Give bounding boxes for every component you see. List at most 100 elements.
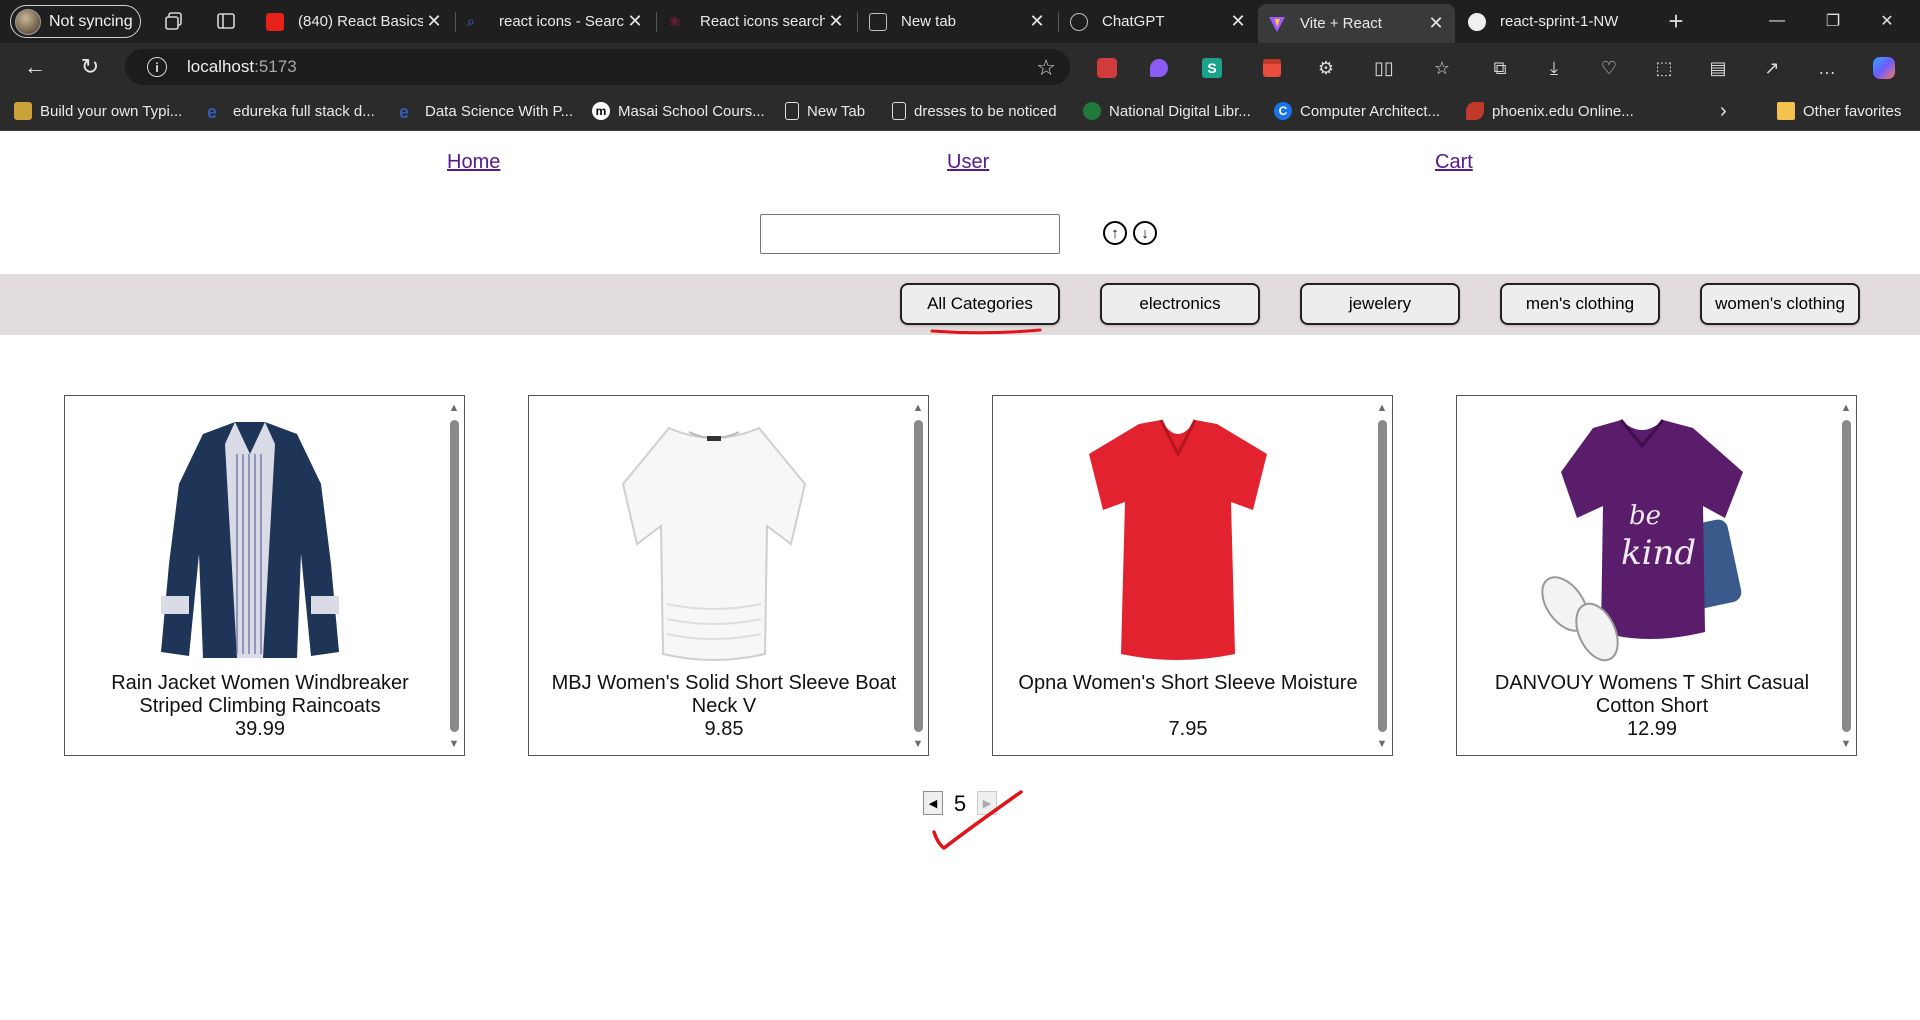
bookmark-item[interactable]: C Computer Architect... — [1274, 100, 1440, 122]
split-screen-icon[interactable]: ▯▯ — [1372, 56, 1396, 80]
workspaces-icon[interactable] — [163, 10, 185, 32]
nav-cart-link[interactable]: Cart — [1435, 151, 1473, 174]
tab-github-repo[interactable]: react-sprint-1-NW — [1458, 4, 1655, 39]
restore-icon[interactable]: ❐ — [1810, 8, 1856, 34]
product-card[interactable]: Rain Jacket Women Windbreaker Striped Cl… — [64, 395, 465, 756]
browser-essentials-icon[interactable]: ♡ — [1597, 56, 1621, 80]
arrow-down-circle-icon[interactable]: ↓ — [1133, 221, 1157, 245]
close-icon[interactable]: ✕ — [1026, 11, 1048, 32]
page-icon — [892, 102, 906, 120]
card-scrollbar[interactable]: ▲ ▼ — [1839, 402, 1853, 750]
scroll-up-icon[interactable]: ▲ — [1839, 402, 1853, 414]
toolbar: ← ↻ i localhost:5173 ☆ S ⚙ ▯▯ ☆ ⧉ ⤓ ♡ ⬚ … — [0, 43, 1920, 91]
bookmark-item[interactable]: New Tab — [785, 100, 865, 122]
nav-user-link[interactable]: User — [947, 151, 989, 174]
bookmark-favicon-icon — [14, 102, 32, 120]
product-price: 12.99 — [1626, 718, 1678, 740]
favorites-icon[interactable]: ☆ — [1430, 56, 1454, 80]
scroll-thumb[interactable] — [914, 420, 923, 732]
bookmark-item[interactable]: e Data Science With P... — [399, 100, 573, 122]
white-tshirt-image — [621, 426, 807, 661]
minimize-icon[interactable]: — — [1754, 8, 1800, 34]
card-scrollbar[interactable]: ▲ ▼ — [447, 402, 461, 750]
avatar — [15, 8, 41, 35]
profile-button[interactable]: Not syncing — [10, 5, 141, 38]
product-title: MBJ Women's Solid Short Sleeve Boat Neck… — [551, 672, 897, 717]
selected-category-underline — [930, 328, 1042, 335]
product-card[interactable]: be kind DANVOUY Womens T Shirt Casual Co… — [1456, 395, 1857, 756]
tab-react-basics[interactable]: (840) React Basics ✕ — [256, 4, 453, 39]
bookmark-item[interactable]: dresses to be noticed — [892, 100, 1057, 122]
address-bar[interactable]: i localhost:5173 ☆ — [125, 49, 1070, 85]
url-text: localhost:5173 — [187, 57, 297, 76]
product-card[interactable]: MBJ Women's Solid Short Sleeve Boat Neck… — [528, 395, 929, 756]
coursera-icon: C — [1274, 102, 1292, 120]
close-icon[interactable]: ✕ — [423, 11, 445, 32]
search-input[interactable] — [760, 214, 1060, 254]
tab-vite-react[interactable]: Vite + React ✕ — [1258, 4, 1455, 43]
scroll-down-icon[interactable]: ▼ — [911, 738, 925, 750]
site-info-icon[interactable]: i — [147, 57, 167, 77]
new-tab-page-icon — [869, 12, 887, 31]
bookmark-item[interactable]: e edureka full stack d... — [207, 100, 375, 122]
scroll-down-icon[interactable]: ▼ — [447, 738, 461, 750]
category-all-button[interactable]: All Categories — [900, 283, 1060, 325]
tab-title: (840) React Basics — [298, 13, 423, 30]
close-icon[interactable]: ✕ — [624, 11, 646, 32]
tab-react-icons[interactable]: ⚛ React icons search ✕ — [658, 4, 855, 39]
card-scrollbar[interactable]: ▲ ▼ — [1375, 402, 1389, 750]
favorite-star-icon[interactable]: ☆ — [1036, 55, 1056, 81]
card-scrollbar[interactable]: ▲ ▼ — [911, 402, 925, 750]
category-mens-clothing-button[interactable]: men's clothing — [1500, 283, 1660, 325]
tab-new-tab[interactable]: New tab ✕ — [859, 4, 1056, 39]
youtube-icon — [266, 12, 284, 31]
extensions-icon[interactable]: ⚙ — [1314, 56, 1338, 80]
scroll-thumb[interactable] — [1378, 420, 1387, 732]
tab-react-icons-search[interactable]: ⌕ react icons - Search ✕ — [457, 4, 654, 39]
tab-title: ChatGPT — [1102, 13, 1165, 30]
extension-purple-icon[interactable] — [1147, 56, 1171, 80]
tab-chatgpt[interactable]: ChatGPT ✕ — [1060, 4, 1257, 39]
bookmark-item[interactable]: National Digital Libr... — [1083, 100, 1251, 122]
reload-icon[interactable]: ↻ — [77, 54, 103, 80]
red-checkmark-annotation — [932, 790, 1023, 850]
bookmark-item[interactable]: m Masai School Cours... — [592, 100, 765, 122]
extension-s-icon[interactable]: S — [1200, 56, 1224, 80]
copilot-icon[interactable] — [1872, 56, 1896, 80]
scroll-down-icon[interactable]: ▼ — [1839, 738, 1853, 750]
screenshot-icon[interactable]: ⬚ — [1652, 56, 1676, 80]
back-icon[interactable]: ← — [22, 54, 48, 80]
nav-home-link[interactable]: Home — [447, 151, 500, 174]
scroll-thumb[interactable] — [450, 420, 459, 732]
scroll-up-icon[interactable]: ▲ — [447, 402, 461, 414]
other-favorites[interactable]: Other favorites — [1777, 100, 1901, 122]
product-price: 9.85 — [704, 718, 744, 740]
share-icon[interactable]: ↗ — [1760, 56, 1784, 80]
reading-view-icon[interactable]: ▤ — [1706, 56, 1730, 80]
bookmark-item[interactable]: phoenix.edu Online... — [1466, 100, 1634, 122]
close-icon[interactable]: ✕ — [1227, 11, 1249, 32]
category-electronics-button[interactable]: electronics — [1100, 283, 1260, 325]
chevron-right-icon[interactable]: › — [1720, 100, 1727, 122]
category-jewelery-button[interactable]: jewelery — [1300, 283, 1460, 325]
window-close-icon[interactable]: ✕ — [1864, 8, 1910, 34]
profile-label: Not syncing — [49, 12, 133, 30]
more-icon[interactable]: … — [1815, 56, 1839, 80]
product-card[interactable]: Opna Women's Short Sleeve Moisture 7.95 … — [992, 395, 1393, 756]
bookmark-item[interactable]: Build your own Typi... — [14, 100, 182, 122]
download-icon[interactable]: ⤓ — [1542, 56, 1566, 80]
scroll-thumb[interactable] — [1842, 420, 1851, 732]
arrow-up-circle-icon[interactable]: ↑ — [1103, 221, 1127, 245]
category-womens-clothing-button[interactable]: women's clothing — [1700, 283, 1860, 325]
scroll-down-icon[interactable]: ▼ — [1375, 738, 1389, 750]
close-icon[interactable]: ✕ — [825, 11, 847, 32]
collections-icon[interactable]: ⧉ — [1488, 56, 1512, 80]
close-icon[interactable]: ✕ — [1425, 13, 1447, 34]
plus-icon[interactable]: + — [1665, 6, 1687, 36]
scroll-up-icon[interactable]: ▲ — [911, 402, 925, 414]
scroll-up-icon[interactable]: ▲ — [1375, 402, 1389, 414]
extension-calendar-icon[interactable] — [1260, 56, 1284, 80]
extension-red-icon[interactable] — [1095, 56, 1119, 80]
red-tshirt-image — [1089, 419, 1267, 660]
tab-actions-icon[interactable] — [215, 10, 237, 32]
